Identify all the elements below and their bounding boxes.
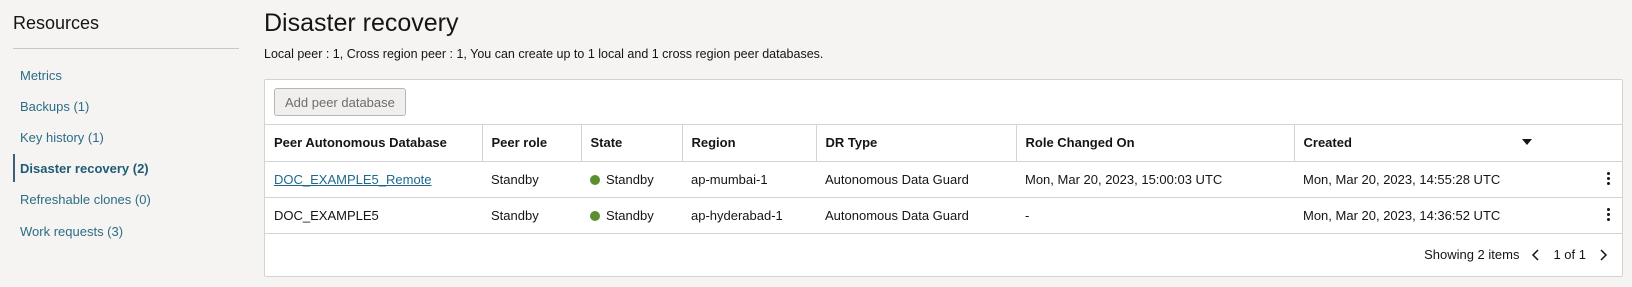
state-label: Standby — [606, 171, 654, 187]
sidebar-item-work-requests[interactable]: Work requests (3) — [13, 217, 239, 245]
created-cell: Mon, Mar 20, 2023, 14:36:52 UTC — [1294, 197, 1622, 234]
pagination-footer: Showing 2 items 1 of 1 — [1424, 247, 1610, 262]
sidebar-item-backups[interactable]: Backups (1) — [13, 92, 239, 120]
column-header-dr-type[interactable]: DR Type — [816, 125, 1017, 162]
peer-role-cell: Standby — [482, 197, 581, 234]
column-header-role-changed-on[interactable]: Role Changed On — [1016, 125, 1295, 162]
peer-database-name: DOC_EXAMPLE5_Remote — [265, 161, 482, 198]
created-value: Mon, Mar 20, 2023, 14:55:28 UTC — [1303, 171, 1501, 187]
sidebar-item-disaster-recovery[interactable]: Disaster recovery (2) — [13, 154, 239, 182]
item-count: Showing 2 items — [1424, 247, 1520, 262]
peer-database-name: DOC_EXAMPLE5 — [265, 197, 482, 234]
created-value: Mon, Mar 20, 2023, 14:36:52 UTC — [1303, 207, 1501, 223]
sidebar-title: Resources — [13, 13, 100, 33]
role-changed-cell: Mon, Mar 20, 2023, 15:00:03 UTC — [1016, 161, 1294, 198]
created-cell: Mon, Mar 20, 2023, 14:55:28 UTC — [1294, 161, 1622, 198]
peer-database-link[interactable]: DOC_EXAMPLE5_Remote — [274, 172, 432, 187]
status-dot-icon — [590, 174, 600, 185]
peer-databases-panel: Add peer database Peer Autonomous Databa… — [264, 79, 1623, 277]
chevron-right-icon[interactable] — [1596, 248, 1610, 262]
dr-type-cell: Autonomous Data Guard — [816, 197, 1016, 234]
chevron-left-icon[interactable] — [1529, 248, 1543, 262]
sidebar-item-refreshable-clones[interactable]: Refreshable clones (0) — [13, 185, 239, 213]
table-row: DOC_EXAMPLE5_Remote Standby Standby ap-m… — [265, 161, 1622, 198]
state-cell: Standby — [581, 161, 682, 198]
column-header-region[interactable]: Region — [682, 125, 817, 162]
peer-databases-table: Peer Autonomous Database Peer role State… — [265, 125, 1622, 234]
dr-type-cell: Autonomous Data Guard — [816, 161, 1016, 198]
state-label: Standby — [606, 207, 654, 223]
sidebar-item-metrics[interactable]: Metrics — [13, 61, 239, 89]
column-header-peer-role[interactable]: Peer role — [482, 125, 582, 162]
add-peer-database-button[interactable]: Add peer database — [274, 88, 406, 116]
sidebar-item-key-history[interactable]: Key history (1) — [13, 123, 239, 151]
region-cell: ap-mumbai-1 — [682, 161, 816, 198]
page-title: Disaster recovery — [264, 9, 459, 37]
kebab-icon[interactable] — [1607, 207, 1610, 221]
column-header-state[interactable]: State — [581, 125, 683, 162]
resources-sidebar: Resources Metrics Backups (1) Key histor… — [0, 0, 240, 287]
page-indicator: 1 of 1 — [1553, 247, 1586, 262]
status-dot-icon — [590, 210, 600, 221]
column-header-peer-database[interactable]: Peer Autonomous Database — [265, 125, 483, 162]
state-cell: Standby — [581, 197, 682, 234]
peer-summary-text: Local peer : 1, Cross region peer : 1, Y… — [264, 47, 824, 61]
sort-caret-icon[interactable] — [1522, 139, 1532, 145]
peer-role-cell: Standby — [482, 161, 581, 198]
kebab-icon[interactable] — [1607, 171, 1610, 185]
table-row: DOC_EXAMPLE5 Standby Standby ap-hyderaba… — [265, 197, 1622, 234]
column-header-created[interactable]: Created — [1294, 125, 1622, 162]
region-cell: ap-hyderabad-1 — [682, 197, 816, 234]
role-changed-cell: - — [1016, 197, 1294, 234]
table-header-row: Peer Autonomous Database Peer role State… — [265, 125, 1622, 162]
sidebar-divider — [13, 48, 239, 49]
table-toolbar: Add peer database — [265, 80, 1622, 125]
